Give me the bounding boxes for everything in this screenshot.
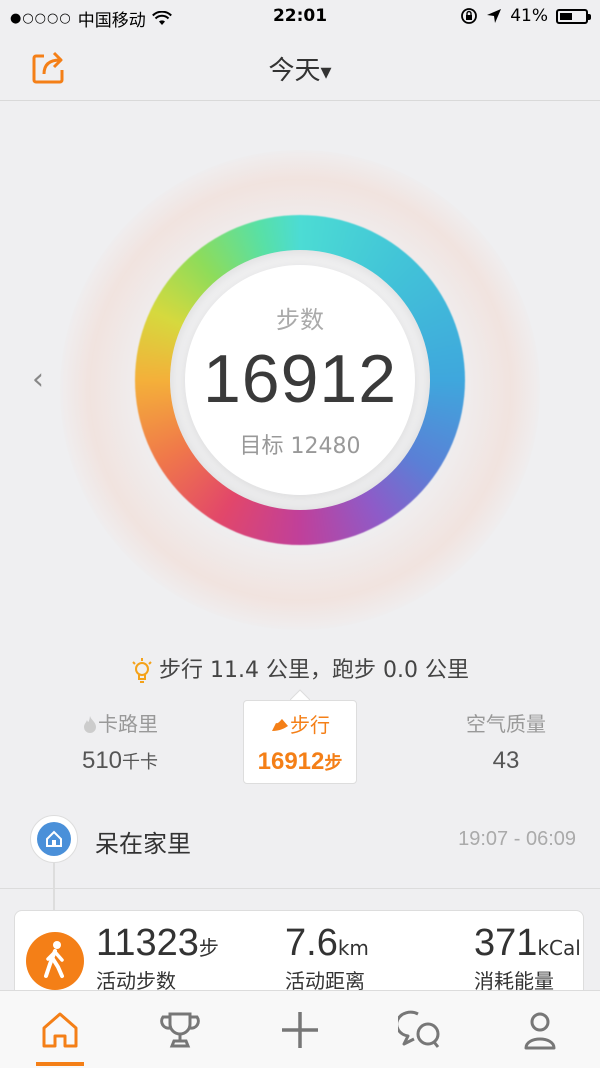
status-bar: ●○○○○ 中国移动 22:01 41% [0, 0, 600, 34]
summary-text: 步行 11.4 公里，跑步 0.0 公里 [159, 658, 469, 683]
house-icon [46, 830, 62, 847]
stat-air-value: 43 [492, 747, 520, 774]
status-right: 41% [460, 6, 591, 26]
divider [0, 888, 600, 889]
stat-calories-label: 卡路里 [30, 708, 210, 737]
walking-person-icon [44, 941, 64, 978]
stat-walking[interactable]: 步行 16912步 [243, 700, 357, 784]
stat-calories-unit: 千卡 [122, 752, 159, 772]
stat-walking-label-text: 步行 [290, 713, 330, 737]
steps-goal: 目标 12480 [239, 434, 361, 459]
chat-icon[interactable] [398, 1008, 442, 1052]
flame-icon [84, 716, 96, 733]
battery-icon [556, 8, 591, 24]
metric-steps-unit: 步 [198, 936, 219, 960]
stat-calories-label-text: 卡路里 [98, 712, 158, 736]
add-icon[interactable] [278, 1008, 322, 1052]
home-icon[interactable] [38, 1008, 82, 1052]
stat-walking-value: 16912步 [244, 748, 356, 776]
metric-steps-value: 11323 [96, 922, 199, 964]
stat-calories-value: 510千卡 [30, 747, 210, 775]
stat-walking-label: 步行 [244, 709, 356, 738]
stat-air-quality[interactable]: 空气质量 43 [416, 700, 596, 782]
stat-air-label: 空气质量 [466, 712, 546, 736]
metric-steps: 11323步 活动步数 [96, 922, 219, 994]
timeline-place[interactable]: 呆在家里 [95, 824, 191, 859]
location-arrow-icon [487, 9, 502, 23]
nav-bar: 今天▾ [0, 34, 600, 101]
trophy-icon[interactable] [158, 1008, 202, 1052]
stat-calories[interactable]: 卡路里 510千卡 [30, 700, 210, 782]
timeline-time-range: 19:07 - 06:09 [458, 828, 576, 850]
stat-calories-number: 510 [81, 747, 123, 774]
shoe-icon [272, 719, 288, 731]
rotation-lock-icon [461, 8, 478, 24]
metric-energy-value: 371 [474, 922, 538, 964]
metric-distance: 7.6km 活动距离 [285, 922, 369, 994]
date-selector[interactable]: 今天▾ [0, 50, 600, 87]
previous-day-arrow-icon[interactable]: ‹ [32, 362, 56, 397]
date-title: 今天 [268, 56, 321, 86]
battery-percent: 41% [510, 6, 548, 26]
metric-energy: 371kCal 消耗能量 [474, 922, 581, 994]
metric-distance-value: 7.6 [285, 922, 338, 964]
distance-summary: 步行 11.4 公里，跑步 0.0 公里 [0, 652, 600, 685]
lightbulb-icon [132, 658, 152, 683]
steps-value: 16912 [202, 341, 398, 417]
metric-distance-unit: km [337, 936, 369, 960]
active-tab-indicator [36, 1062, 84, 1066]
stat-walking-unit: 步 [324, 753, 343, 773]
metric-energy-unit: kCal [537, 936, 581, 960]
profile-icon[interactable] [518, 1008, 562, 1052]
active-tab-caret [290, 689, 310, 700]
chevron-down-icon: ▾ [320, 60, 332, 85]
steps-label: 步数 [276, 306, 324, 334]
stat-walking-number: 16912 [257, 748, 325, 775]
